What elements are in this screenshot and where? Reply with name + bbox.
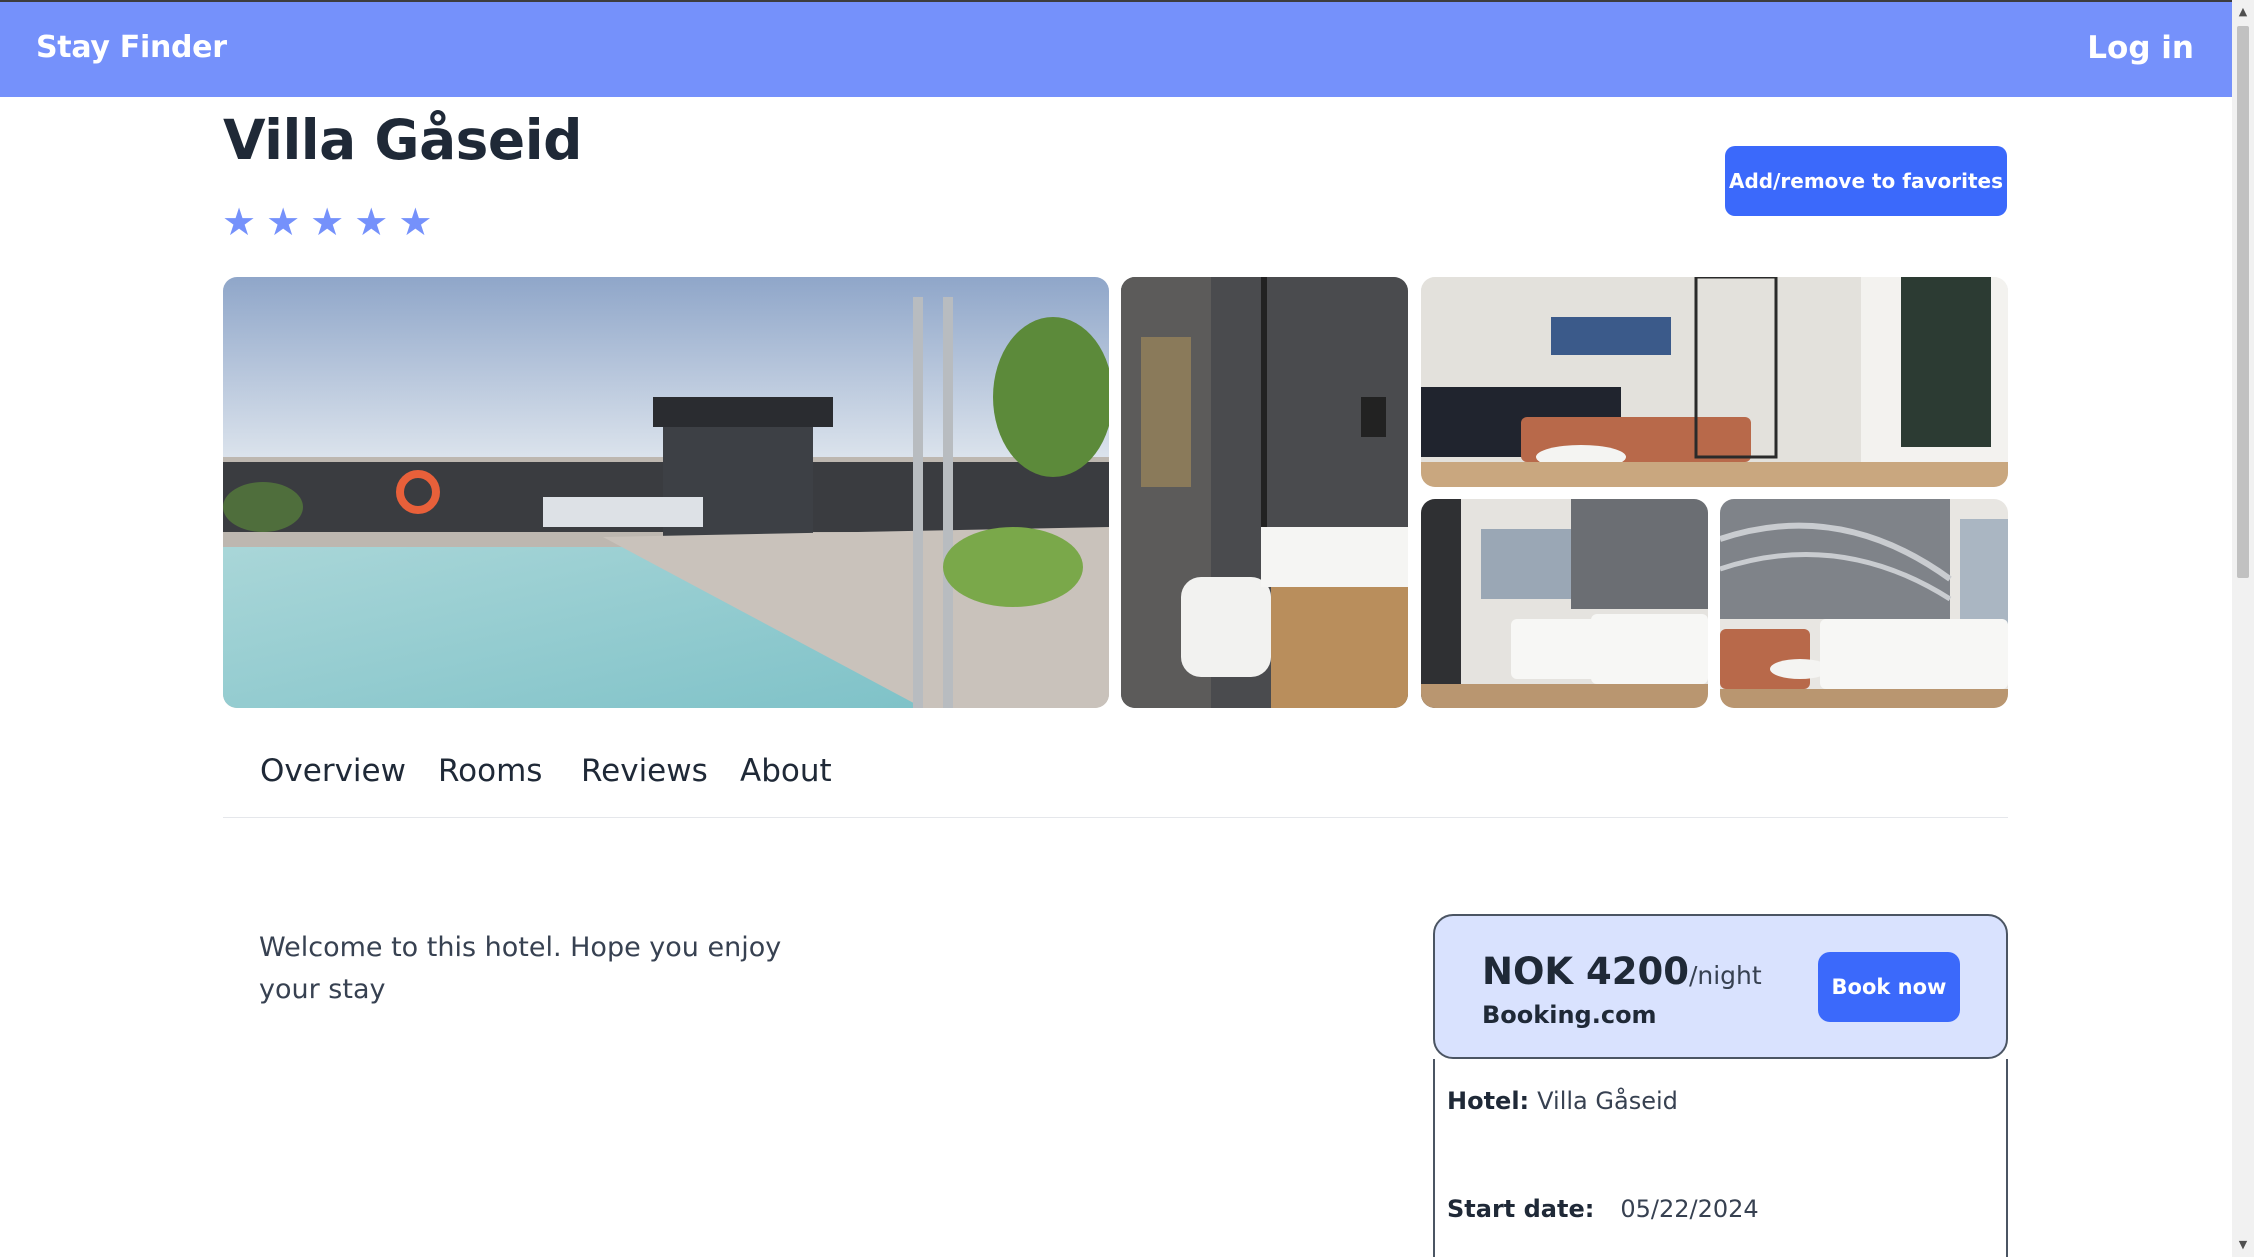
tab-reviews[interactable]: Reviews [581,753,708,789]
star-icon: ★ [266,200,301,244]
star-icon: ★ [354,200,389,244]
booking-provider: Booking.com [1482,1001,1657,1029]
scroll-down-arrow-icon[interactable]: ▼ [2232,1235,2254,1255]
star-icon: ★ [398,200,433,244]
hotel-value: Villa Gåseid [1537,1087,1678,1115]
star-icon: ★ [222,200,257,244]
page-title: Villa Gåseid [223,108,582,172]
start-date-value: 05/22/2024 [1620,1195,1759,1223]
book-now-button[interactable]: Book now [1818,952,1960,1022]
star-icon: ★ [310,200,345,244]
add-remove-favorites-button[interactable]: Add/remove to favorites [1725,146,2007,216]
booking-card: NOK 4200/night Booking.com Book now [1433,914,2008,1059]
brand-logo[interactable]: Stay Finder [36,30,227,65]
price-per-night-label: /night [1688,961,1762,990]
gallery-image-bathroom[interactable] [1121,277,1408,708]
top-navbar: Stay Finder Log in [0,0,2232,97]
scroll-up-arrow-icon[interactable]: ▲ [2232,2,2254,22]
tab-rooms[interactable]: Rooms [438,753,542,789]
tab-overview[interactable]: Overview [260,753,406,789]
login-link[interactable]: Log in [2087,30,2194,66]
tab-about[interactable]: About [740,753,832,789]
price-value: NOK 4200 [1482,950,1689,993]
scroll-thumb[interactable] [2237,26,2249,578]
hotel-description: Welcome to this hotel. Hope you enjoy yo… [259,932,782,1005]
detail-row-start-date: Start date: 05/22/2024 [1447,1195,1759,1223]
detail-row-hotel: Hotel: Villa Gåseid [1447,1087,1678,1115]
gallery-image-lounge[interactable] [1421,277,2008,487]
hotel-label: Hotel: [1447,1087,1530,1115]
section-tabs: Overview Rooms Reviews About [223,745,2008,818]
star-rating: ★ ★ ★ ★ ★ [222,202,432,242]
booking-details: Hotel: Villa Gåseid Start date: 05/22/2024 [1433,1059,2008,1257]
gallery-image-rooftop-pool[interactable] [223,277,1109,708]
start-date-label: Start date: [1447,1195,1595,1223]
page-scrollbar[interactable]: ▲ ▼ [2232,0,2254,1257]
gallery-image-bedroom-with-seating[interactable] [1720,499,2008,708]
price-display: NOK 4200/night [1482,950,1762,993]
gallery-image-bedroom[interactable] [1421,499,1708,708]
